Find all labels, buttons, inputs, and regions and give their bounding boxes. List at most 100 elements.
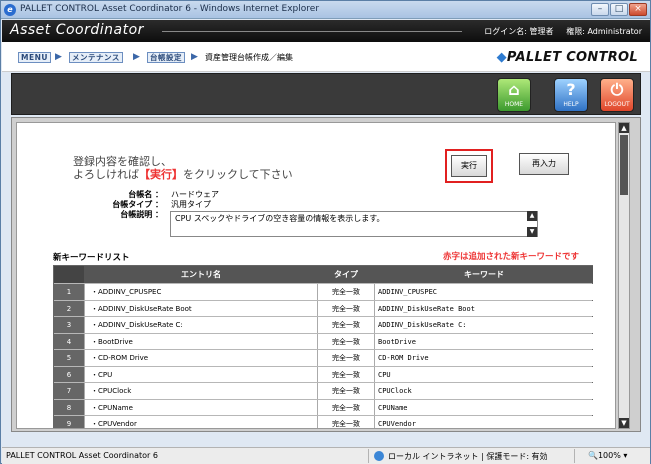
keyword: ADDINV_DiskUseRate Boot xyxy=(375,300,593,316)
row-number: 3 xyxy=(54,317,84,333)
window-title: PALLET CONTROL Asset Coordinator 6 - Win… xyxy=(20,4,320,14)
zoom-level[interactable]: 🔍100% ▾ xyxy=(588,451,627,460)
scroll-up-icon[interactable]: ▲ xyxy=(619,123,629,133)
ledger-desc-field[interactable]: CPU スペックやドライブの空き容量の情報を表示します。 xyxy=(170,211,538,237)
breadcrumb: MENU ▶ メンテナンス ▶ 台帳設定 ▶ 資産管理台帳作成／編集 ◆PALL… xyxy=(2,42,650,72)
crumb-maintenance[interactable]: メンテナンス xyxy=(69,52,123,63)
row-number: 5 xyxy=(54,350,84,366)
ledger-desc-label: 台帳説明 ： xyxy=(120,210,163,219)
header-entry: エントリ名 xyxy=(85,266,317,283)
scroll-down-icon[interactable]: ▼ xyxy=(619,418,629,428)
header-no xyxy=(54,266,84,283)
keyword: CD-ROM Drive xyxy=(375,350,593,366)
keyword: ADDINV_DiskUseRate C: xyxy=(375,317,593,333)
match-type: 完全一致 xyxy=(318,350,374,366)
header-type: タイプ xyxy=(318,266,374,283)
login-name: ログイン名: 管理者 xyxy=(484,27,554,36)
row-number: 2 xyxy=(54,300,84,316)
crumb-arrow-icon: ▶ xyxy=(55,52,62,62)
browser-window: e PALLET CONTROL Asset Coordinator 6 - W… xyxy=(0,0,651,464)
match-type: 完全一致 xyxy=(318,399,374,415)
ie-icon: e xyxy=(4,4,16,16)
home-button[interactable]: ⌂ HOME xyxy=(497,78,531,112)
status-text: PALLET CONTROL Asset Coordinator 6 xyxy=(6,451,158,460)
match-type: 完全一致 xyxy=(318,300,374,316)
auth-level: 権限: Administrator xyxy=(566,27,642,36)
crumb-arrow-icon: ▶ xyxy=(133,52,140,62)
match-type: 完全一致 xyxy=(318,416,374,428)
entry-name: ・ADDINV_DiskUseRate Boot xyxy=(85,300,317,316)
scroll-up-icon[interactable]: ▲ xyxy=(527,211,537,221)
desc-scrollbar[interactable]: ▲ ▼ xyxy=(526,211,538,237)
confirm-message: 登録内容を確認し、 よろしければ【実行】をクリックして下さい xyxy=(73,155,293,181)
match-type: 完全一致 xyxy=(318,366,374,382)
table-header: エントリ名 タイプ キーワード xyxy=(54,266,593,284)
entry-name: ・CD-ROM Drive xyxy=(85,350,317,366)
header-keyword: キーワード xyxy=(375,266,593,283)
minimize-button[interactable]: – xyxy=(591,3,609,16)
match-type: 完全一致 xyxy=(318,317,374,333)
keyword: ADDINV_CPUSPEC xyxy=(375,284,593,300)
keyword: CPUName xyxy=(375,399,593,415)
status-bar: PALLET CONTROL Asset Coordinator 6 ローカル … xyxy=(2,447,650,464)
keyword: CPUClock xyxy=(375,383,593,399)
keyword-list-title: 新キーワードリスト xyxy=(53,253,130,263)
keyword: CPUVendor xyxy=(375,416,593,428)
table-row: 5 ・CD-ROM Drive 完全一致 CD-ROM Drive xyxy=(54,350,593,367)
home-icon: ⌂ xyxy=(508,80,520,99)
table-row: 7 ・CPUClock 完全一致 CPUClock xyxy=(54,383,593,400)
table-row: 1 ・ADDINV_CPUSPEC 完全一致 ADDINV_CPUSPEC xyxy=(54,284,593,301)
ledger-name-label: 台帳名 ： xyxy=(128,190,163,199)
status-divider xyxy=(368,449,369,463)
entry-name: ・ADDINV_CPUSPEC xyxy=(85,284,317,300)
match-type: 完全一致 xyxy=(318,333,374,349)
scroll-thumb[interactable] xyxy=(620,135,628,195)
row-number: 7 xyxy=(54,383,84,399)
match-type: 完全一致 xyxy=(318,284,374,300)
crumb-ledger-settings[interactable]: 台帳設定 xyxy=(147,52,185,63)
ledger-type-label: 台帳タイプ ： xyxy=(112,200,163,209)
help-icon: ? xyxy=(566,80,576,99)
app-header: Asset Coordinator ログイン名: 管理者 権限: Adminis… xyxy=(2,20,650,42)
logout-icon: ⏻ xyxy=(610,80,624,99)
table-row: 9 ・CPUVendor 完全一致 CPUVendor xyxy=(54,416,593,428)
reenter-button[interactable]: 再入力 xyxy=(519,153,569,175)
close-button[interactable]: × xyxy=(629,3,647,16)
new-keyword-note: 赤字は追加された新キーワードです xyxy=(443,252,580,262)
match-type: 完全一致 xyxy=(318,383,374,399)
app-logo: Asset Coordinator xyxy=(10,22,144,38)
confirm-panel: 登録内容を確認し、 よろしければ【実行】をクリックして下さい 実行 再入力 台帳… xyxy=(16,122,616,429)
status-divider xyxy=(574,449,575,463)
row-number: 4 xyxy=(54,333,84,349)
page-scrollbar[interactable]: ▲ ▼ xyxy=(618,122,630,429)
table-row: 6 ・CPU 完全一致 CPU xyxy=(54,366,593,383)
crumb-current: 資産管理台帳作成／編集 xyxy=(205,53,293,62)
entry-name: ・ADDINV_DiskUseRate C: xyxy=(85,317,317,333)
row-number: 1 xyxy=(54,284,84,300)
table-row: 3 ・ADDINV_DiskUseRate C: 完全一致 ADDINV_Dis… xyxy=(54,317,593,334)
crumb-arrow-icon: ▶ xyxy=(191,52,198,62)
content-area: 登録内容を確認し、 よろしければ【実行】をクリックして下さい 実行 再入力 台帳… xyxy=(11,117,641,432)
toolbar: ⌂ HOME ? HELP ⏻ LOGOUT xyxy=(11,73,641,115)
ledger-name-value: ハードウェア xyxy=(171,190,219,199)
row-number: 9 xyxy=(54,416,84,428)
ledger-type-value: 汎用タイプ xyxy=(171,200,211,209)
header-divider xyxy=(162,31,462,32)
execute-highlight: 実行 xyxy=(445,149,493,183)
logout-button[interactable]: ⏻ LOGOUT xyxy=(600,78,634,112)
entry-name: ・CPU xyxy=(85,366,317,382)
keyword-table: エントリ名 タイプ キーワード 1 ・ADDINV_CPUSPEC 完全一致 A… xyxy=(53,265,593,428)
crumb-menu[interactable]: MENU xyxy=(18,52,51,63)
entry-name: ・CPUName xyxy=(85,399,317,415)
row-number: 6 xyxy=(54,366,84,382)
keyword: CPU xyxy=(375,366,593,382)
diamond-icon: ◆ xyxy=(496,50,507,65)
keyword: BootDrive xyxy=(375,333,593,349)
table-row: 2 ・ADDINV_DiskUseRate Boot 完全一致 ADDINV_D… xyxy=(54,300,593,317)
brand-logo: ◆PALLET CONTROL xyxy=(496,50,638,65)
help-button[interactable]: ? HELP xyxy=(554,78,588,112)
maximize-button[interactable]: □ xyxy=(610,3,628,16)
execute-button[interactable]: 実行 xyxy=(451,155,487,177)
scroll-down-icon[interactable]: ▼ xyxy=(527,227,537,237)
security-zone: ローカル イントラネット | 保護モード: 有効 xyxy=(388,452,548,461)
